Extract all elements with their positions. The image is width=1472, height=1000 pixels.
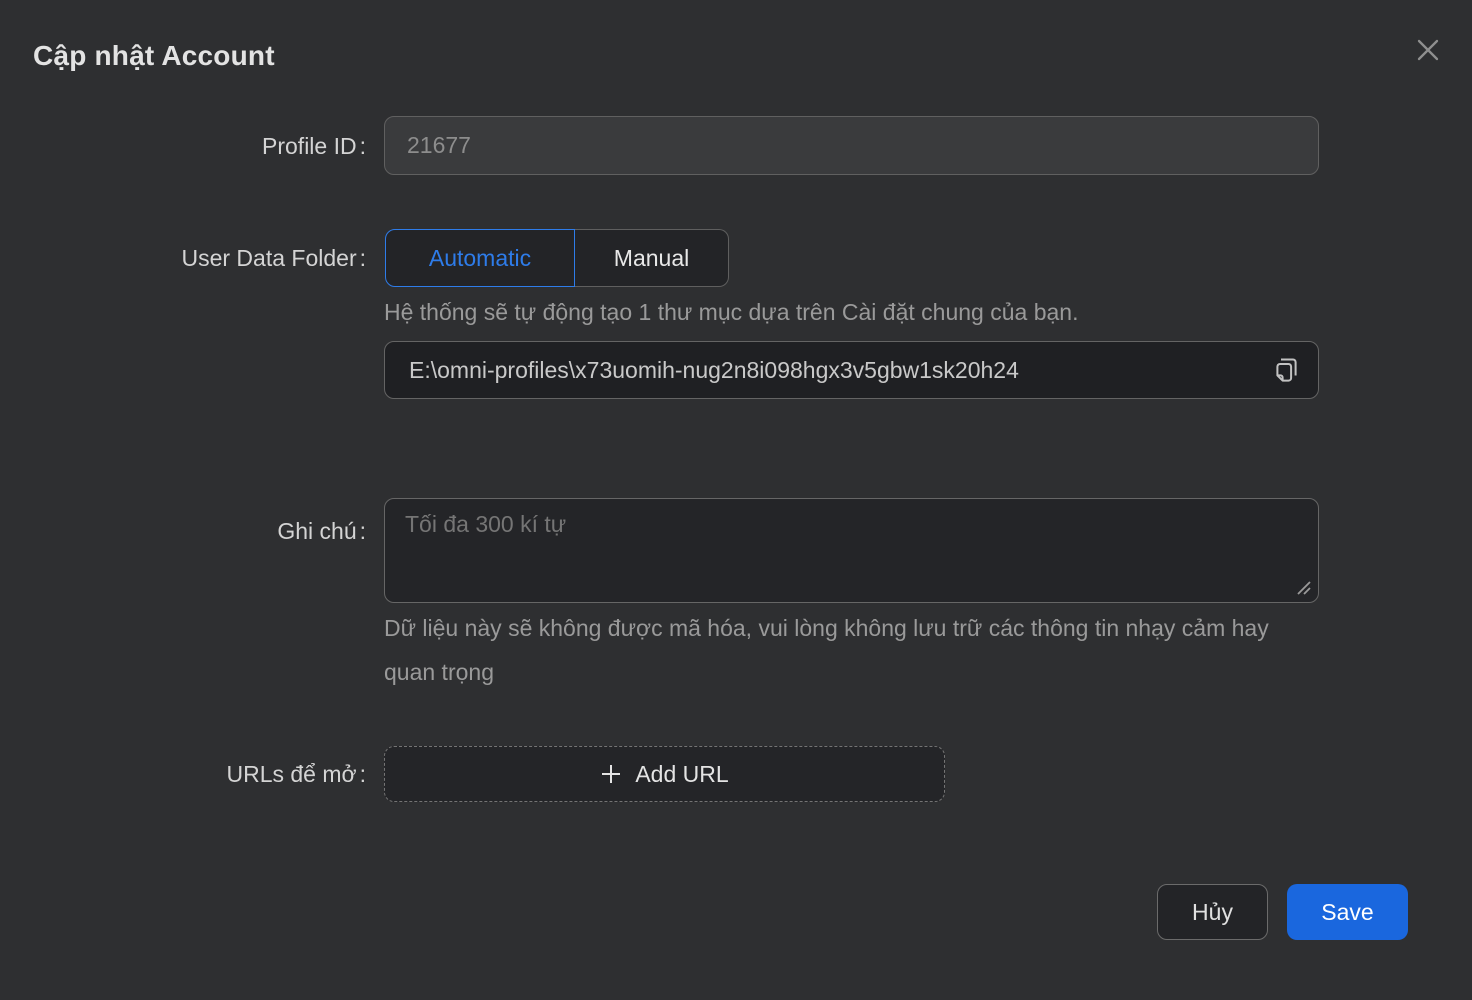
profile-id-input — [384, 116, 1319, 175]
profile-path-field: E:\omni-profiles\x73uomih-nug2n8i098hgx3… — [384, 341, 1319, 399]
page-title: Cập nhật Account — [33, 40, 275, 72]
note-helper-text: Dữ liệu này sẽ không được mã hóa, vui lò… — [384, 606, 1289, 694]
note-textarea[interactable] — [384, 498, 1319, 603]
save-button[interactable]: Save — [1287, 884, 1408, 940]
close-button[interactable] — [1406, 28, 1450, 72]
copy-icon — [1268, 353, 1302, 387]
plus-icon — [600, 763, 622, 785]
cancel-button[interactable]: Hủy — [1157, 884, 1268, 940]
copy-path-button[interactable] — [1266, 351, 1304, 389]
manual-option[interactable]: Manual — [575, 229, 729, 287]
profile-id-label: Profile ID: — [0, 131, 366, 161]
close-icon — [1414, 36, 1442, 64]
user-data-folder-toggle: Automatic Manual — [385, 229, 729, 287]
note-label: Ghi chú: — [0, 516, 366, 546]
folder-helper-text: Hệ thống sẽ tự động tạo 1 thư mục dựa tr… — [384, 295, 1078, 329]
urls-label: URLs để mở: — [0, 759, 366, 789]
user-data-folder-label: User Data Folder: — [0, 243, 366, 273]
automatic-option[interactable]: Automatic — [385, 229, 575, 287]
add-url-label: Add URL — [635, 761, 728, 788]
add-url-button[interactable]: Add URL — [384, 746, 945, 802]
profile-path-value: E:\omni-profiles\x73uomih-nug2n8i098hgx3… — [409, 357, 1266, 384]
update-account-dialog: Cập nhật Account Profile ID: User Data F… — [0, 0, 1472, 1000]
